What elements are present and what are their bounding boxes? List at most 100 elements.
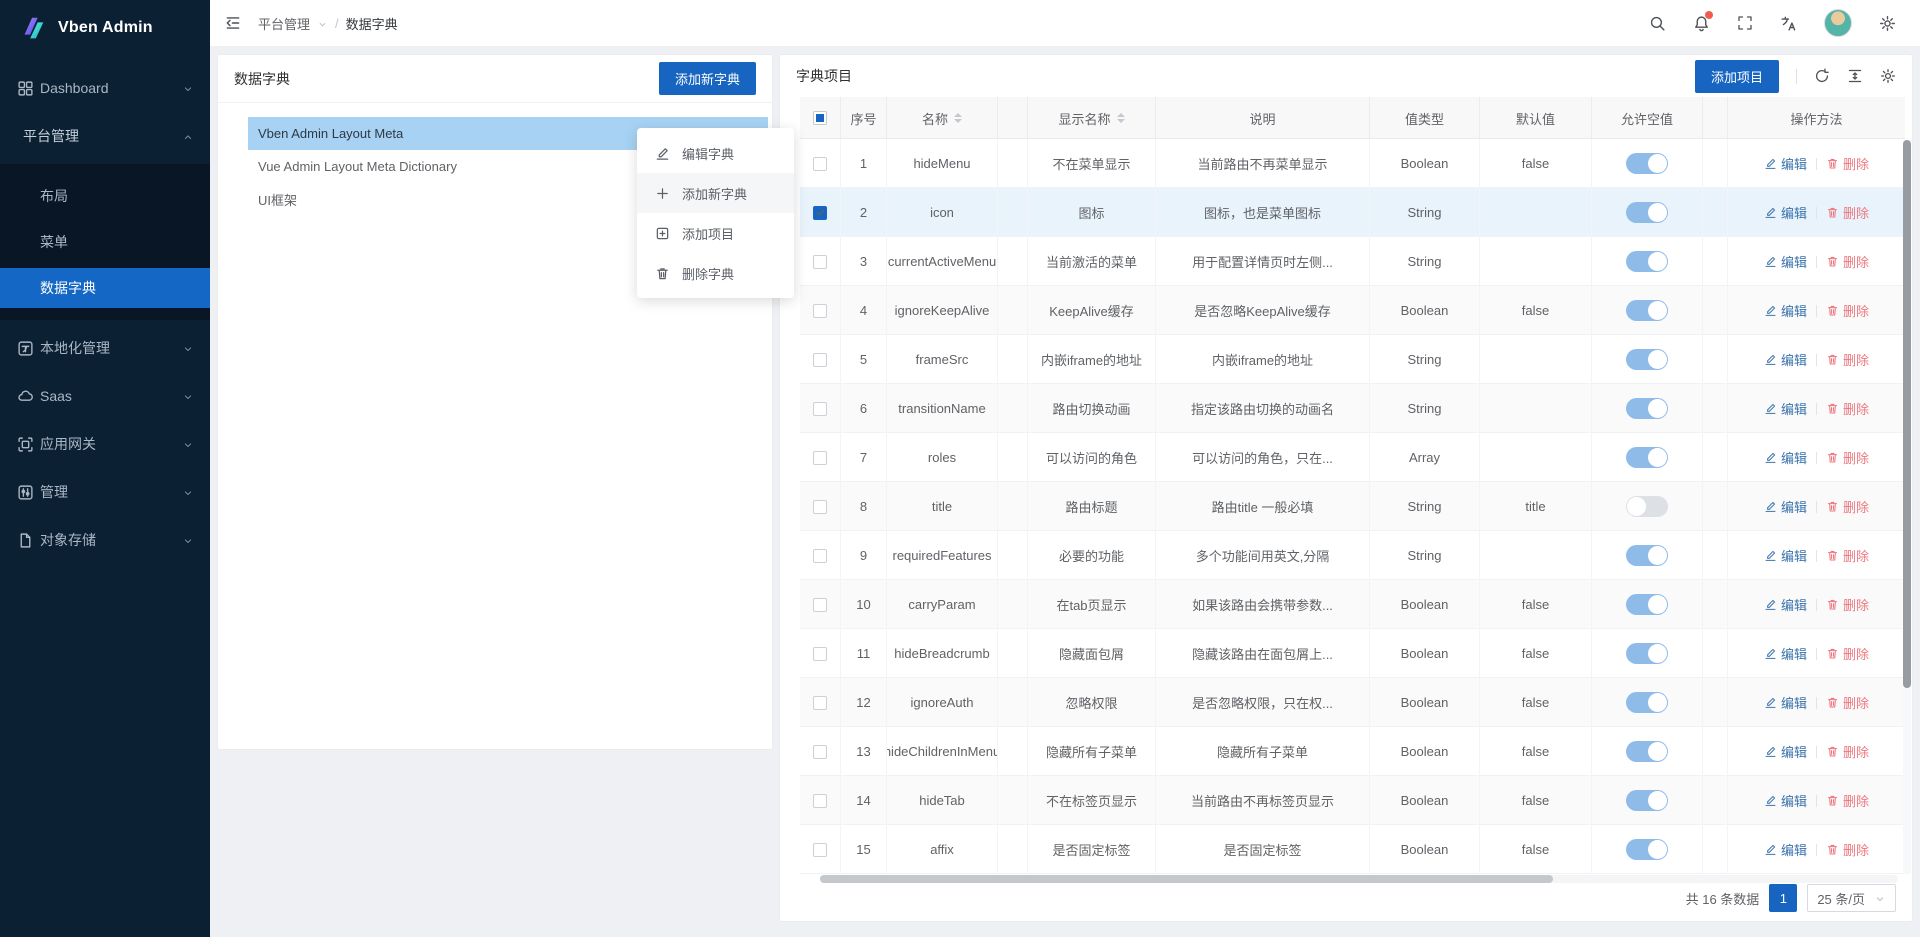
delete-button[interactable]: 删除 xyxy=(1826,154,1869,173)
delete-button[interactable]: 删除 xyxy=(1826,742,1869,761)
row-checkbox[interactable] xyxy=(813,696,827,710)
sidebar-item-management[interactable]: 管理 xyxy=(0,472,210,512)
vertical-scrollbar[interactable] xyxy=(1903,140,1911,874)
edit-button[interactable]: 编辑 xyxy=(1764,350,1807,369)
row-checkbox[interactable] xyxy=(813,794,827,808)
settings-button[interactable] xyxy=(1879,15,1896,32)
delete-button[interactable]: 删除 xyxy=(1826,693,1869,712)
notifications-button[interactable] xyxy=(1693,15,1710,32)
context-menu-item-add-item[interactable]: 添加项目 xyxy=(637,213,794,253)
cell-name: hideBreadcrumb xyxy=(887,629,998,678)
nullable-toggle[interactable] xyxy=(1626,692,1668,713)
nullable-toggle[interactable] xyxy=(1626,398,1668,419)
edit-button[interactable]: 编辑 xyxy=(1764,693,1807,712)
add-item-button[interactable]: 添加项目 xyxy=(1695,60,1779,93)
nullable-toggle[interactable] xyxy=(1626,202,1668,223)
row-checkbox[interactable] xyxy=(813,206,827,220)
nullable-toggle[interactable] xyxy=(1626,839,1668,860)
edit-icon xyxy=(1764,500,1777,513)
refresh-button[interactable] xyxy=(1814,68,1830,84)
delete-button[interactable]: 删除 xyxy=(1826,399,1869,418)
edit-button[interactable]: 编辑 xyxy=(1764,840,1807,859)
delete-button[interactable]: 删除 xyxy=(1826,203,1869,222)
row-checkbox[interactable] xyxy=(813,304,827,318)
nullable-toggle[interactable] xyxy=(1626,349,1668,370)
vertical-scrollbar-thumb[interactable] xyxy=(1903,140,1911,688)
horizontal-scrollbar-thumb[interactable] xyxy=(820,875,1553,883)
column-settings-button[interactable] xyxy=(1880,68,1896,84)
delete-button[interactable]: 删除 xyxy=(1826,644,1869,663)
row-checkbox[interactable] xyxy=(813,500,827,514)
context-menu-item-edit-dict[interactable]: 编辑字典 xyxy=(637,133,794,173)
delete-button[interactable]: 删除 xyxy=(1826,840,1869,859)
row-checkbox[interactable] xyxy=(813,843,827,857)
page-size-select[interactable]: 25 条/页 xyxy=(1807,884,1896,912)
row-checkbox[interactable] xyxy=(813,353,827,367)
delete-button[interactable]: 删除 xyxy=(1826,791,1869,810)
edit-button[interactable]: 编辑 xyxy=(1764,448,1807,467)
page-button[interactable]: 1 xyxy=(1769,884,1797,912)
edit-button[interactable]: 编辑 xyxy=(1764,154,1807,173)
edit-button[interactable]: 编辑 xyxy=(1764,546,1807,565)
nullable-toggle[interactable] xyxy=(1626,300,1668,321)
row-checkbox[interactable] xyxy=(813,402,827,416)
sort-control[interactable] xyxy=(1117,113,1125,123)
breadcrumb-item-platform[interactable]: 平台管理 xyxy=(258,14,310,33)
nullable-toggle[interactable] xyxy=(1626,643,1668,664)
row-height-button[interactable] xyxy=(1847,68,1863,84)
nullable-toggle[interactable] xyxy=(1626,594,1668,615)
sidebar-item-app-gateway[interactable]: 应用网关 xyxy=(0,424,210,464)
delete-button[interactable]: 删除 xyxy=(1826,350,1869,369)
row-checkbox[interactable] xyxy=(813,647,827,661)
edit-button[interactable]: 编辑 xyxy=(1764,301,1807,320)
edit-button[interactable]: 编辑 xyxy=(1764,252,1807,271)
row-checkbox[interactable] xyxy=(813,451,827,465)
select-all-checkbox[interactable] xyxy=(813,111,827,125)
context-menu-item-add-new-dict[interactable]: 添加新字典 xyxy=(637,173,794,213)
row-checkbox[interactable] xyxy=(813,745,827,759)
nullable-toggle[interactable] xyxy=(1626,741,1668,762)
edit-button[interactable]: 编辑 xyxy=(1764,791,1807,810)
nullable-toggle[interactable] xyxy=(1626,496,1668,517)
nullable-toggle[interactable] xyxy=(1626,790,1668,811)
row-checkbox[interactable] xyxy=(813,255,827,269)
sidebar-item-localization[interactable]: 本地化管理 xyxy=(0,328,210,368)
app-logo[interactable]: Vben Admin xyxy=(0,0,210,56)
delete-button[interactable]: 删除 xyxy=(1826,497,1869,516)
delete-button[interactable]: 删除 xyxy=(1826,252,1869,271)
delete-button[interactable]: 删除 xyxy=(1826,448,1869,467)
add-dictionary-button[interactable]: 添加新字典 xyxy=(659,62,756,95)
sidebar-item-layout[interactable]: 布局 xyxy=(0,176,210,216)
avatar[interactable] xyxy=(1824,9,1852,37)
delete-button[interactable]: 删除 xyxy=(1826,301,1869,320)
sidebar-item-data-dictionary[interactable]: 数据字典 xyxy=(0,268,210,308)
collapse-sidebar-button[interactable] xyxy=(224,14,242,32)
edit-button[interactable]: 编辑 xyxy=(1764,644,1807,663)
nullable-toggle[interactable] xyxy=(1626,153,1668,174)
delete-button[interactable]: 删除 xyxy=(1826,546,1869,565)
breadcrumb-item-current[interactable]: 数据字典 xyxy=(346,14,398,33)
delete-button[interactable]: 删除 xyxy=(1826,595,1869,614)
language-button[interactable] xyxy=(1780,15,1797,32)
sidebar-item-dashboard[interactable]: Dashboard xyxy=(0,68,210,108)
edit-button[interactable]: 编辑 xyxy=(1764,742,1807,761)
row-checkbox[interactable] xyxy=(813,157,827,171)
sort-control[interactable] xyxy=(954,113,962,123)
nullable-toggle[interactable] xyxy=(1626,251,1668,272)
search-button[interactable] xyxy=(1649,15,1666,32)
sidebar-item-menu[interactable]: 菜单 xyxy=(0,222,210,262)
sidebar-item-saas[interactable]: Saas xyxy=(0,376,210,416)
horizontal-scrollbar[interactable] xyxy=(820,875,1898,883)
edit-button[interactable]: 编辑 xyxy=(1764,595,1807,614)
edit-button[interactable]: 编辑 xyxy=(1764,203,1807,222)
nullable-toggle[interactable] xyxy=(1626,447,1668,468)
context-menu-item-delete-dict[interactable]: 删除字典 xyxy=(637,253,794,293)
edit-button[interactable]: 编辑 xyxy=(1764,497,1807,516)
row-checkbox[interactable] xyxy=(813,598,827,612)
fullscreen-button[interactable] xyxy=(1737,15,1753,31)
sidebar-item-object-storage[interactable]: 对象存储 xyxy=(0,520,210,560)
sidebar-item-platform-management[interactable]: 平台管理 xyxy=(0,116,210,156)
row-checkbox[interactable] xyxy=(813,549,827,563)
nullable-toggle[interactable] xyxy=(1626,545,1668,566)
edit-button[interactable]: 编辑 xyxy=(1764,399,1807,418)
